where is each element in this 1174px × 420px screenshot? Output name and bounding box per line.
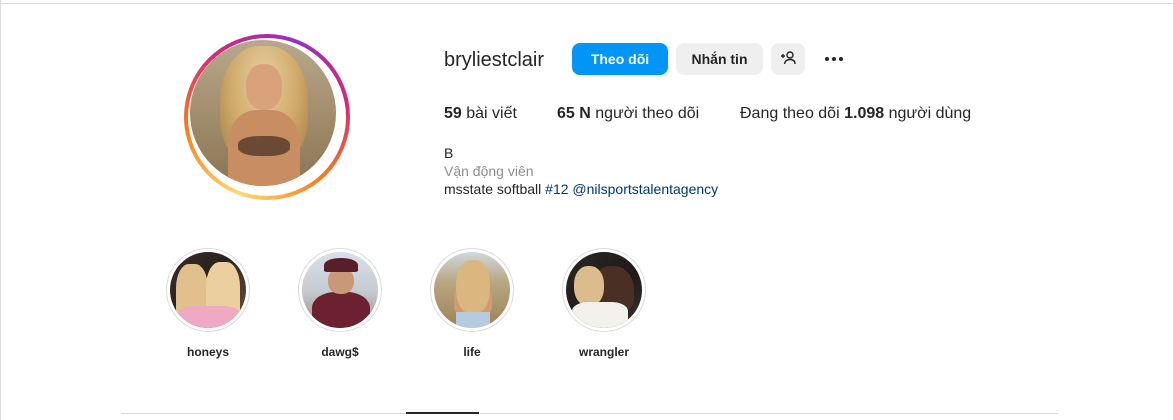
highlight-ring[interactable]	[298, 248, 382, 332]
highlight-ring[interactable]	[562, 248, 646, 332]
profile-username: bryliestclair	[444, 49, 545, 71]
follow-button[interactable]: Theo dõi	[572, 43, 668, 75]
highlight-cover	[566, 252, 642, 328]
profile-avatar	[190, 40, 336, 186]
highlight-cover	[170, 252, 246, 328]
suggest-accounts-button[interactable]	[771, 43, 805, 75]
story-highlight-wrangler[interactable]: wrangler	[562, 248, 646, 359]
message-button[interactable]: Nhắn tin	[676, 43, 763, 75]
window-top-border	[0, 0, 1174, 4]
more-horizontal-icon[interactable]	[820, 50, 848, 68]
highlight-label: life	[463, 345, 481, 359]
posts-count-stat: 59 bài viết	[444, 105, 517, 122]
window-left-border	[0, 0, 1, 420]
highlight-cover	[302, 252, 378, 328]
followers-count-link[interactable]: 65 N người theo dõi	[557, 105, 699, 123]
bio-category: Vận động viên	[444, 163, 534, 179]
story-highlight-dawg[interactable]: dawg$	[298, 248, 382, 359]
profile-tabs-divider	[121, 413, 1058, 414]
story-highlight-honeys[interactable]: honeys	[166, 248, 250, 359]
person-add-icon	[780, 50, 796, 69]
story-highlight-life[interactable]: life	[430, 248, 514, 359]
highlight-ring[interactable]	[166, 248, 250, 332]
profile-avatar-story-ring[interactable]	[184, 34, 350, 200]
following-count-link[interactable]: Đang theo dõi 1.098 người dùng	[740, 105, 971, 123]
bio-display-name: B	[444, 145, 454, 161]
highlight-cover	[434, 252, 510, 328]
bio-hashtag-link[interactable]: #12	[545, 181, 568, 197]
tab-posts-active-indicator[interactable]	[406, 412, 479, 414]
highlight-label: honeys	[186, 345, 229, 359]
bio-text: msstate softball #12 @nilsportstalentage…	[444, 181, 719, 197]
highlight-ring[interactable]	[430, 248, 514, 332]
highlight-label: dawg$	[321, 345, 359, 359]
bio-mention-link[interactable]: @nilsportstalentagency	[572, 181, 718, 197]
highlight-label: wrangler	[578, 345, 629, 359]
